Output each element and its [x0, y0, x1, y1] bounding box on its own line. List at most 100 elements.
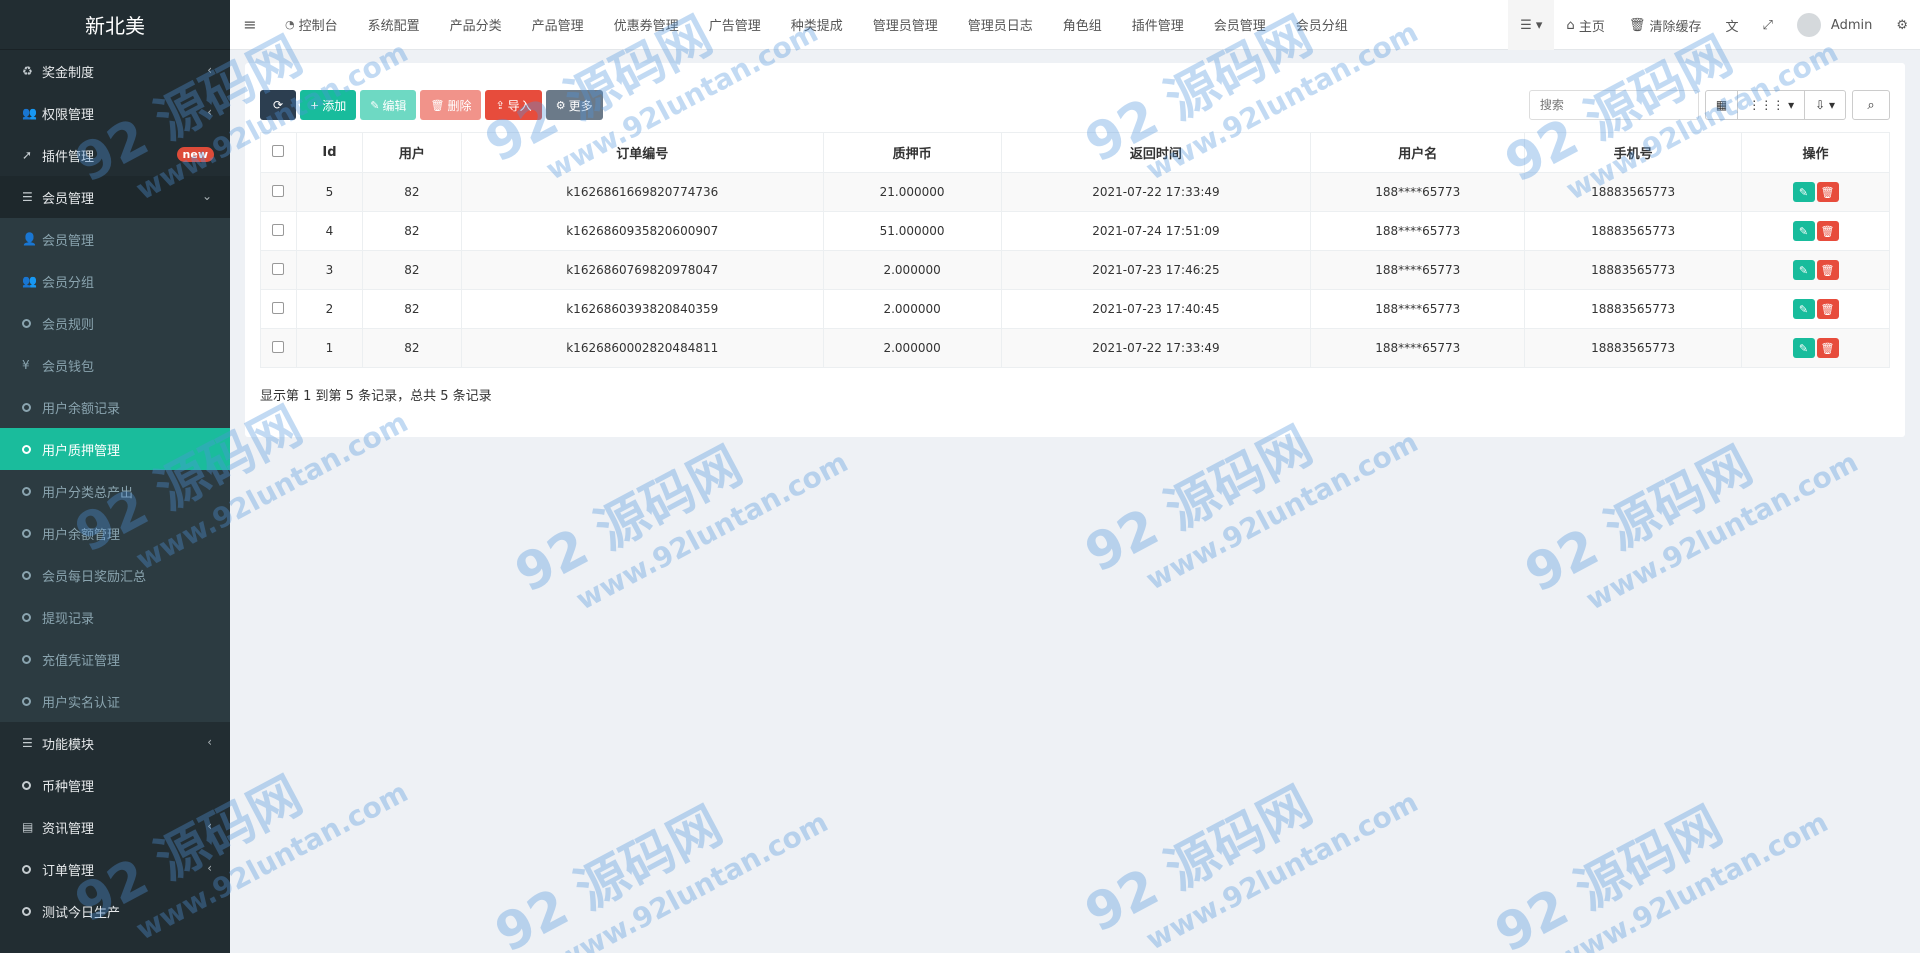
fullscreen-button[interactable]: ⤢ [1751, 0, 1785, 50]
trash-icon: 🗑 [1820, 224, 1835, 238]
row-delete-button[interactable]: 🗑 [1816, 338, 1839, 358]
nav-member[interactable]: 会员管理 [1199, 0, 1281, 50]
hamburger-icon[interactable]: ≡ [230, 15, 270, 34]
row-edit-button[interactable]: ✎ [1792, 299, 1815, 319]
cell-user: 82 [361, 211, 462, 251]
table-row: 3 82 k1626860769820978047 2.000000 2021-… [260, 250, 1890, 290]
sidebar-subitem-balance-manage[interactable]: 用户余额管理 [0, 512, 230, 554]
import-button[interactable]: ⇪ 导入 [485, 90, 542, 120]
col-header-phone[interactable]: 手机号 [1524, 132, 1743, 173]
row-checkbox[interactable] [272, 223, 285, 236]
sidebar-item-modules[interactable]: ☰ 功能模块 ‹ [0, 722, 230, 764]
row-edit-button[interactable]: ✎ [1792, 260, 1815, 280]
row-checkbox[interactable] [272, 301, 285, 314]
nav-role-group[interactable]: 角色组 [1048, 0, 1117, 50]
sidebar-item-plugin[interactable]: ➚ 插件管理 new [0, 134, 230, 176]
sidebar-item-label: 会员每日奖励汇总 [42, 569, 147, 585]
delete-button[interactable]: 🗑 删除 [420, 90, 482, 120]
trash-icon: 🗑 [1820, 185, 1835, 199]
sidebar-item-currency[interactable]: 币种管理 [0, 764, 230, 806]
search-button[interactable]: ⌕ [1852, 90, 1890, 120]
nav-product-manage[interactable]: 产品管理 [517, 0, 599, 50]
col-header-time[interactable]: 返回时间 [1000, 132, 1312, 173]
sidebar-item-order[interactable]: 订单管理 ‹ [0, 848, 230, 890]
language-button[interactable]: 文 [1713, 0, 1750, 50]
row-checkbox[interactable] [272, 262, 285, 275]
settings-button[interactable]: ⚙ [1884, 0, 1920, 50]
col-header-user[interactable]: 用户 [361, 132, 462, 173]
col-header-actions: 操作 [1741, 132, 1890, 173]
cell-time: 2021-07-22 17:33:49 [1000, 172, 1312, 212]
row-checkbox[interactable] [272, 340, 285, 353]
columns-icon[interactable]: ⋮⋮⋮ ▾ [1738, 91, 1806, 119]
clear-cache-label: 清除缓存 [1649, 19, 1702, 35]
row-edit-button[interactable]: ✎ [1792, 182, 1815, 202]
nav-coupon[interactable]: 优惠券管理 [599, 0, 694, 50]
sidebar-item-label: 资讯管理 [42, 821, 95, 837]
sidebar-subitem-withdraw[interactable]: 提现记录 [0, 596, 230, 638]
brand-title[interactable]: 新北美 [0, 0, 230, 50]
sidebar-item-news[interactable]: ▤ 资讯管理 ‹ [0, 806, 230, 848]
sidebar-subitem-member-manage[interactable]: 👤 会员管理 [0, 218, 230, 260]
home-icon: ⌂ [1566, 17, 1579, 33]
sidebar-subitem-member-rule[interactable]: 会员规则 [0, 302, 230, 344]
search-input[interactable] [1528, 90, 1699, 120]
col-header-amount[interactable]: 质押币 [822, 132, 1002, 173]
nav-commission[interactable]: 种类提成 [776, 0, 858, 50]
watermark-main: 92 源码网 [1076, 775, 1322, 945]
row-edit-button[interactable]: ✎ [1792, 338, 1815, 358]
row-delete-button[interactable]: 🗑 [1816, 182, 1839, 202]
circle-icon [22, 486, 42, 496]
sidebar-subitem-member-wallet[interactable]: ¥ 会员钱包 [0, 344, 230, 386]
refresh-button[interactable]: ⟳ [260, 90, 296, 120]
list-icon: ☰ [22, 190, 33, 204]
more-label: 更多 [568, 98, 593, 113]
trash-icon: 🗑 [1628, 17, 1650, 33]
sidebar-subitem-realname[interactable]: 用户实名认证 [0, 680, 230, 722]
nav-member-group[interactable]: 会员分组 [1281, 0, 1363, 50]
plus-icon: + [310, 98, 320, 112]
toggle-view-icon[interactable]: ▦ [1706, 91, 1739, 119]
sidebar-subitem-category-output[interactable]: 用户分类总产出 [0, 470, 230, 512]
sidebar-subitem-pledge[interactable]: 用户质押管理 [0, 428, 230, 470]
sidebar-item-member[interactable]: ☰ 会员管理 ⌄ [0, 176, 230, 218]
sidebar-item-permission[interactable]: 👥 权限管理 ‹ [0, 92, 230, 134]
row-delete-button[interactable]: 🗑 [1816, 260, 1839, 280]
cell-user: 82 [361, 328, 462, 368]
user-menu[interactable]: Admin [1785, 0, 1884, 50]
select-all-checkbox[interactable] [272, 144, 285, 157]
nav-ads[interactable]: 广告管理 [694, 0, 776, 50]
nav-admin-log[interactable]: 管理员日志 [953, 0, 1048, 50]
circle-icon [22, 612, 42, 622]
language-icon: 文 [1725, 19, 1739, 35]
more-button[interactable]: ⚙ 更多 [545, 90, 603, 120]
row-checkbox[interactable] [272, 184, 285, 197]
col-header-order[interactable]: 订单编号 [460, 132, 824, 173]
cog-icon: ⚙ [555, 98, 566, 112]
sidebar-subitem-balance-log[interactable]: 用户余额记录 [0, 386, 230, 428]
cell-order: k1626860002820484811 [460, 328, 824, 368]
row-edit-button[interactable]: ✎ [1792, 221, 1815, 241]
sidebar-subitem-daily-reward[interactable]: 会员每日奖励汇总 [0, 554, 230, 596]
menu-toggle[interactable]: ☰ ▾ [1508, 0, 1555, 50]
col-header-username[interactable]: 用户名 [1310, 132, 1526, 173]
sidebar-subitem-member-group[interactable]: 👥 会员分组 [0, 260, 230, 302]
nav-product-category[interactable]: 产品分类 [435, 0, 517, 50]
row-delete-button[interactable]: 🗑 [1816, 221, 1839, 241]
sidebar-subitem-recharge[interactable]: 充值凭证管理 [0, 638, 230, 680]
nav-plugin[interactable]: 插件管理 [1117, 0, 1199, 50]
edit-button[interactable]: ✎ 编辑 [360, 90, 417, 120]
nav-system-config[interactable]: 系统配置 [353, 0, 435, 50]
nav-dashboard[interactable]: ◔ 控制台 [270, 0, 353, 50]
clear-cache-button[interactable]: 🗑 清除缓存 [1617, 0, 1714, 50]
home-link[interactable]: ⌂ 主页 [1554, 0, 1616, 50]
sidebar-item-bonus[interactable]: ♻ 奖金制度 ‹ [0, 50, 230, 92]
add-button[interactable]: + 添加 [300, 90, 357, 120]
sidebar-item-test-production[interactable]: 测试今日生产 [0, 890, 230, 932]
row-delete-button[interactable]: 🗑 [1816, 299, 1839, 319]
watermark-sub: www.92luntan.com [1140, 785, 1424, 953]
col-header-id[interactable]: Id [295, 132, 363, 173]
cell-time: 2021-07-22 17:33:49 [1000, 328, 1312, 368]
nav-admin[interactable]: 管理员管理 [858, 0, 953, 50]
export-icon[interactable]: ⇩ ▾ [1805, 91, 1845, 119]
